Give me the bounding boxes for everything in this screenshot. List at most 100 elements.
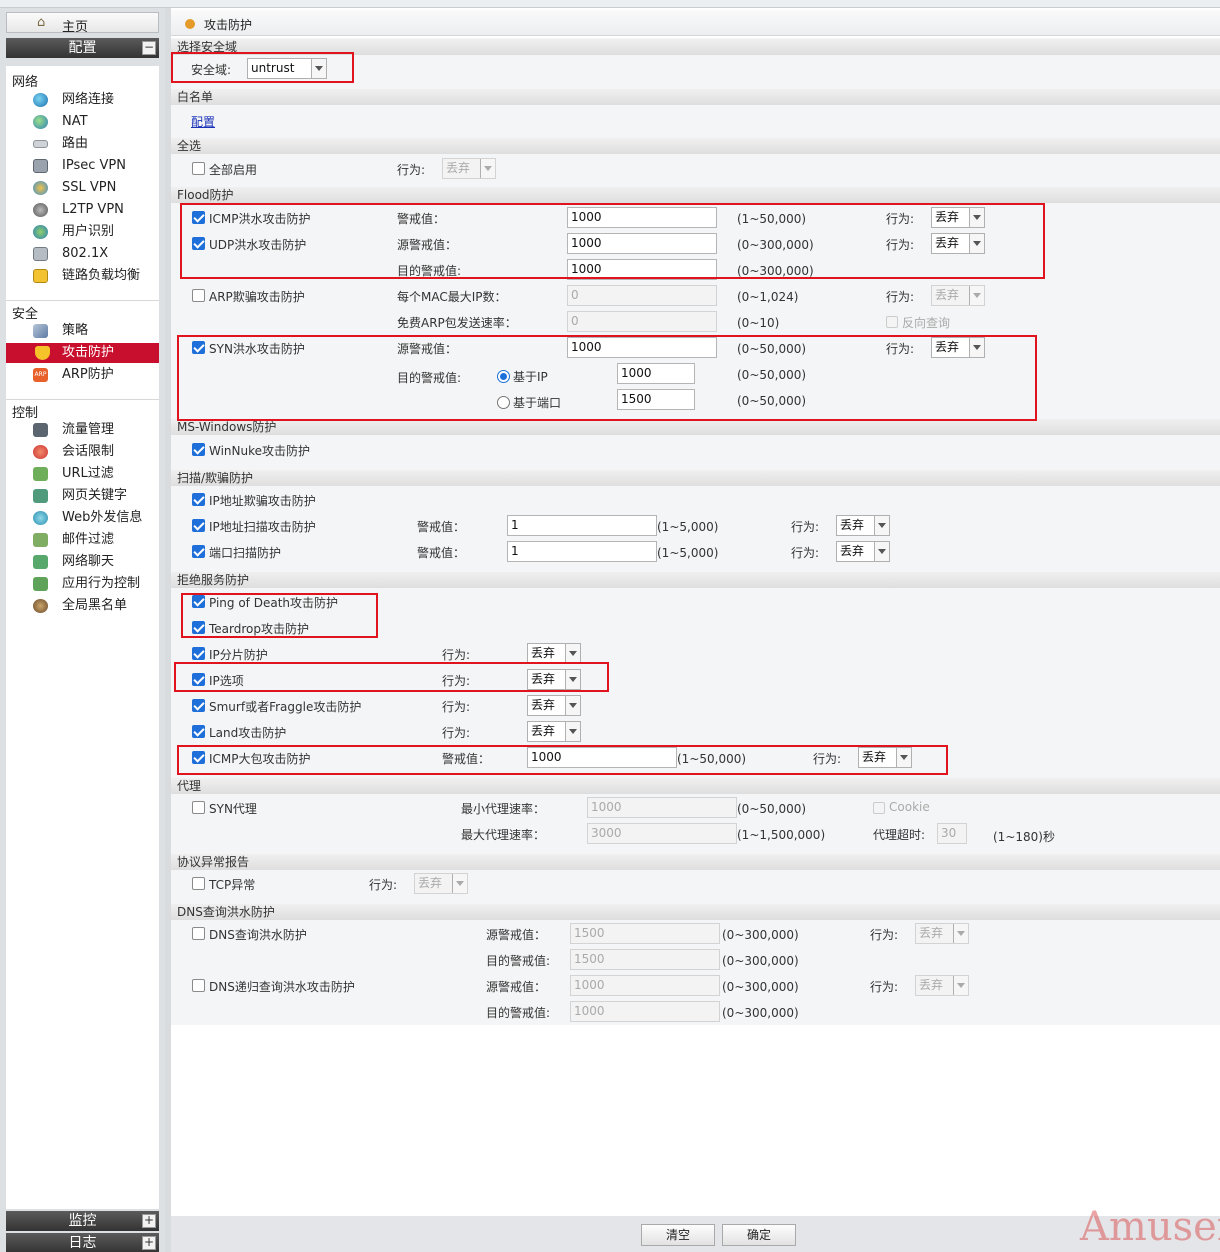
dns-recursive-checkbox[interactable] xyxy=(192,979,205,992)
sidebar-item-ipsec-vpn[interactable]: IPsec VPN xyxy=(33,156,159,176)
sidebar-item-chat[interactable]: 网络聊天 xyxy=(33,552,159,572)
sidebar-item-l2tp-vpn[interactable]: L2TP VPN xyxy=(33,200,159,220)
sidebar-item-session-limit[interactable]: 会话限制 xyxy=(33,442,159,462)
sidebar-item-web-outbound[interactable]: Web外发信息 xyxy=(33,508,159,528)
icmp-big-action-select[interactable]: 丢弃 xyxy=(858,747,912,768)
arp-rate-input[interactable]: 0 xyxy=(567,311,717,332)
syn-ip-input[interactable]: 1000 xyxy=(617,363,695,384)
ip-frag-checkbox[interactable] xyxy=(192,647,205,660)
land-checkbox[interactable] xyxy=(192,725,205,738)
icmp-flood-checkbox[interactable] xyxy=(192,211,205,224)
all-action-select[interactable]: 丢弃 xyxy=(442,158,496,179)
ok-button[interactable]: 确定 xyxy=(722,1224,796,1246)
dns-recursive-src-input[interactable]: 1000 xyxy=(570,975,720,996)
icmp-threshold-input[interactable]: 1000 xyxy=(567,207,717,228)
min-rate-input[interactable]: 1000 xyxy=(587,797,737,818)
clear-button[interactable]: 清空 xyxy=(641,1224,715,1246)
smurf-checkbox[interactable] xyxy=(192,699,205,712)
dns-query-action-select[interactable]: 丢弃 xyxy=(915,923,969,944)
udp-flood-checkbox[interactable] xyxy=(192,237,205,250)
sidebar-item-traffic[interactable]: 流量管理 xyxy=(33,420,159,440)
proxy-timeout-input[interactable]: 30 xyxy=(937,823,967,844)
tcp-action-select[interactable]: 丢弃 xyxy=(414,873,468,894)
land-action-label: 行为: xyxy=(442,726,471,740)
sidebar-item-8021x[interactable]: 802.1X xyxy=(33,244,159,264)
monitor-header[interactable]: 监控 + xyxy=(6,1211,159,1231)
arp-mac-input[interactable]: 0 xyxy=(567,285,717,306)
log-header[interactable]: 日志 + xyxy=(6,1233,159,1252)
sidebar-item-attack-protection[interactable]: 攻击防护 xyxy=(6,343,159,363)
sidebar-item-policy[interactable]: 策略 xyxy=(33,321,159,341)
zone-label: 安全域: xyxy=(191,63,232,77)
winnuke-checkbox[interactable] xyxy=(192,443,205,456)
cookie-checkbox[interactable] xyxy=(873,802,885,814)
all-action-label: 行为: xyxy=(397,163,426,177)
syn-src-input[interactable]: 1000 xyxy=(567,337,717,358)
ip-scan-checkbox[interactable] xyxy=(192,519,205,532)
teardrop-checkbox[interactable] xyxy=(192,621,205,634)
sidebar-item-blacklist[interactable]: 全局黑名单 xyxy=(33,596,159,616)
icmp-big-input[interactable]: 1000 xyxy=(527,747,677,768)
config-header[interactable]: 配置 − xyxy=(6,38,159,58)
arp-action-select[interactable]: 丢弃 xyxy=(931,285,985,306)
sidebar-item-url-filter[interactable]: URL过滤 xyxy=(33,464,159,484)
port-scan-checkbox[interactable] xyxy=(192,545,205,558)
land-action-select[interactable]: 丢弃 xyxy=(527,721,581,742)
section-proxy: 代理 xyxy=(171,778,1220,794)
ip-scan-action-select[interactable]: 丢弃 xyxy=(836,515,890,536)
dns-query-checkbox[interactable] xyxy=(192,927,205,940)
ip-scan-input[interactable]: 1 xyxy=(507,515,657,536)
sidebar-item-user-identify[interactable]: 用户识别 xyxy=(33,222,159,242)
enable-all-checkbox[interactable] xyxy=(192,162,205,175)
syn-by-port-radio[interactable] xyxy=(497,396,510,409)
syn-proxy-checkbox[interactable] xyxy=(192,801,205,814)
syn-by-ip-radio[interactable] xyxy=(497,370,510,383)
icmp-big-checkbox[interactable] xyxy=(192,751,205,764)
zone-select[interactable]: untrust xyxy=(247,58,327,79)
sidebar-item-ssl-vpn[interactable]: SSL VPN xyxy=(33,178,159,198)
icmp-action-select[interactable]: 丢弃 xyxy=(931,207,985,228)
sidebar-item-nat[interactable]: NAT xyxy=(33,112,159,132)
sidebar-item-route[interactable]: 路由 xyxy=(33,134,159,154)
expand-icon[interactable]: + xyxy=(142,1214,156,1228)
min-rate-range: (0~50,000) xyxy=(737,802,807,816)
port-scan-range: (1~5,000) xyxy=(657,546,719,560)
dns-query-dst-input[interactable]: 1500 xyxy=(570,949,720,970)
sidebar-item-arp-protection[interactable]: ARP ARP防护 xyxy=(33,365,159,385)
syn-action-select[interactable]: 丢弃 xyxy=(931,337,985,358)
chevron-down-icon xyxy=(565,644,580,663)
max-rate-input[interactable]: 3000 xyxy=(587,823,737,844)
port-scan-action-select[interactable]: 丢弃 xyxy=(836,541,890,562)
arp-spoof-checkbox[interactable] xyxy=(192,289,205,302)
smurf-action-select[interactable]: 丢弃 xyxy=(527,695,581,716)
dns-recursive-action-select[interactable]: 丢弃 xyxy=(915,975,969,996)
sidebar-item-app-control[interactable]: 应用行为控制 xyxy=(33,574,159,594)
expand-icon[interactable]: + xyxy=(142,1236,156,1250)
collapse-icon[interactable]: − xyxy=(142,41,156,55)
syn-flood-checkbox[interactable] xyxy=(192,341,205,354)
whitelist-config-link[interactable]: 配置 xyxy=(191,113,215,130)
min-rate-label: 最小代理速率： xyxy=(461,802,546,816)
ip-option-action-select[interactable]: 丢弃 xyxy=(527,669,581,690)
sidebar-item-mail-filter[interactable]: 邮件过滤 xyxy=(33,530,159,550)
ping-of-death-checkbox[interactable] xyxy=(192,595,205,608)
ip-frag-action-label: 行为: xyxy=(442,648,471,662)
section-whitelist: 白名单 xyxy=(171,89,1220,105)
port-scan-input[interactable]: 1 xyxy=(507,541,657,562)
home-button[interactable]: ⌂ 主页 xyxy=(6,12,159,35)
ip-option-checkbox[interactable] xyxy=(192,673,205,686)
ip-spoof-checkbox[interactable] xyxy=(192,493,205,506)
sidebar-item-keyword[interactable]: 网页关键字 xyxy=(33,486,159,506)
dns-recursive-dst-input[interactable]: 1000 xyxy=(570,1001,720,1022)
chevron-down-icon xyxy=(874,516,889,535)
udp-action-select[interactable]: 丢弃 xyxy=(931,233,985,254)
sidebar-item-network-connection[interactable]: 网络连接 xyxy=(33,90,159,110)
udp-src-input[interactable]: 1000 xyxy=(567,233,717,254)
tcp-anomaly-checkbox[interactable] xyxy=(192,877,205,890)
sidebar-item-link-balance[interactable]: 链路负载均衡 xyxy=(33,266,159,286)
reverse-query-checkbox[interactable] xyxy=(886,316,898,328)
udp-dst-input[interactable]: 1000 xyxy=(567,259,717,280)
syn-port-input[interactable]: 1500 xyxy=(617,389,695,410)
dns-query-src-input[interactable]: 1500 xyxy=(570,923,720,944)
ip-frag-action-select[interactable]: 丢弃 xyxy=(527,643,581,664)
